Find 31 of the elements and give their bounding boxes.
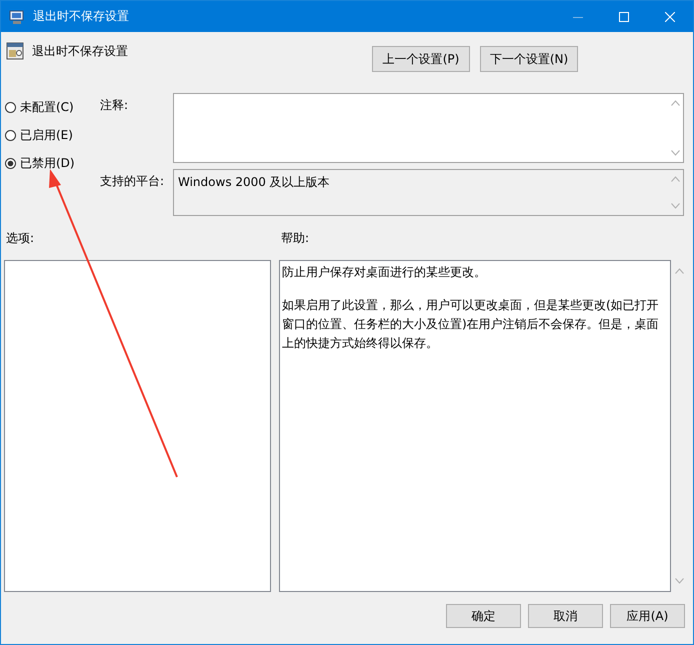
platform-label: 支持的平台: <box>100 173 166 190</box>
options-label: 选项: <box>6 231 34 245</box>
help-text: 防止用户保存对桌面进行的某些更改。 <box>282 264 487 281</box>
scroll-up-icon[interactable] <box>674 268 684 274</box>
policy-title: 退出时不保存设置 <box>32 43 129 60</box>
next-setting-button[interactable]: 下一个设置(N) <box>480 46 578 72</box>
help-text: 如果启用了此设置，那么，用户可以更改桌面，但是某些更改(如已打开窗口的位置、任务栏的大小及位置)在用户注销后不会保存。但是，桌面上的快捷方式始终得以保存。 <box>282 297 660 352</box>
maximize-icon[interactable] <box>619 12 629 22</box>
scroll-down-icon[interactable] <box>674 578 684 584</box>
radio-button[interactable] <box>5 102 16 112</box>
comment-field[interactable] <box>173 93 684 163</box>
policy-icon <box>6 42 24 60</box>
radio-button[interactable] <box>5 130 16 140</box>
radio-button[interactable] <box>5 158 16 168</box>
previous-setting-button[interactable]: 上一个设置(P) <box>372 46 470 72</box>
comment-label: 注释: <box>100 97 130 114</box>
radio-label[interactable]: 未配置(C) <box>20 98 74 116</box>
ok-button[interactable]: 确定 <box>446 604 521 628</box>
scroll-down-icon[interactable] <box>670 203 680 209</box>
cancel-button[interactable]: 取消 <box>528 604 603 628</box>
close-icon[interactable] <box>665 12 675 22</box>
apply-button[interactable]: 应用(A) <box>610 604 685 628</box>
radio-label[interactable]: 已禁用(D) <box>20 154 75 172</box>
scroll-up-icon[interactable] <box>670 176 680 182</box>
scroll-down-icon[interactable] <box>670 150 680 156</box>
help-label: 帮助: <box>281 230 310 247</box>
scroll-up-icon[interactable] <box>670 100 680 106</box>
platform-field: Windows 2000 及以上版本 <box>173 169 684 216</box>
radio-label[interactable]: 已启用(E) <box>20 126 73 144</box>
window-title: 退出时不保存设置 <box>33 8 130 25</box>
computer-icon <box>9 8 25 24</box>
